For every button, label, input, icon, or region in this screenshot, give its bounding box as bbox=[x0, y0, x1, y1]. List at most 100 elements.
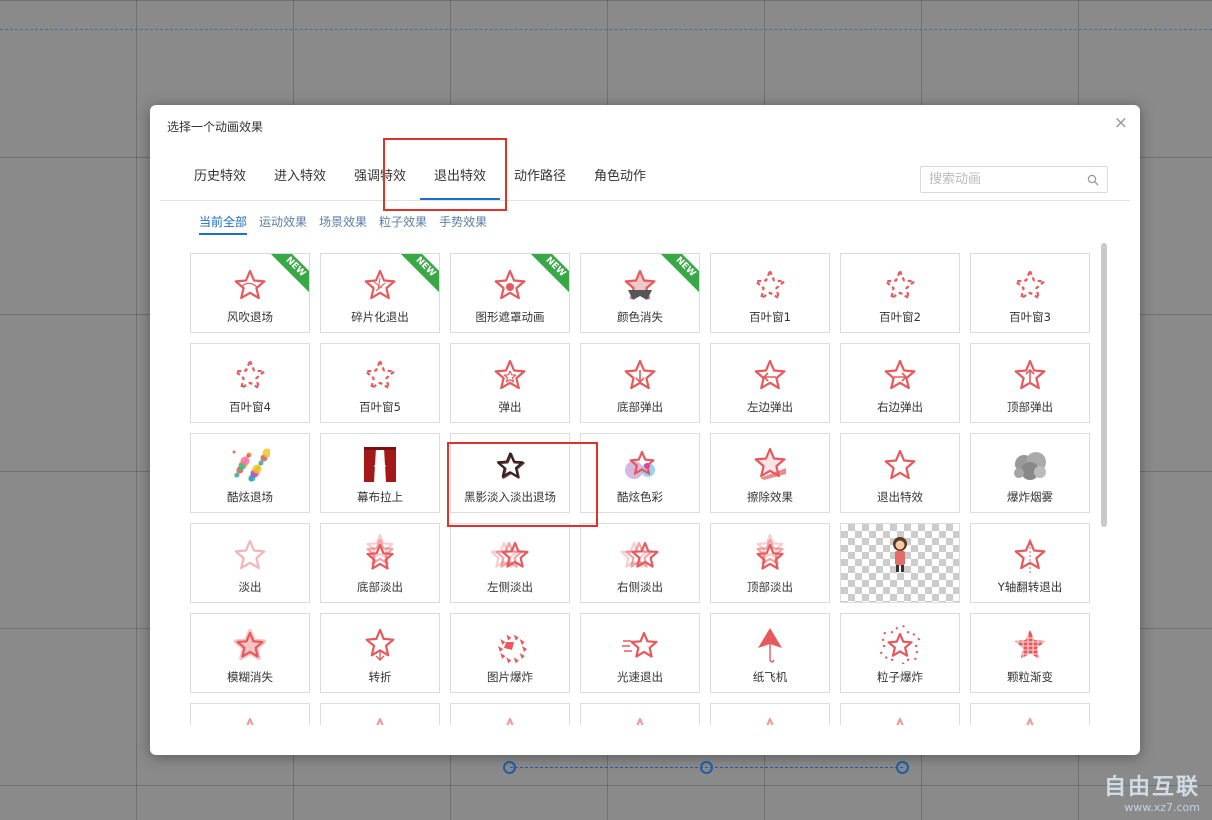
subtab-2[interactable]: 场景效果 bbox=[319, 213, 367, 233]
effect-tile[interactable]: 酷炫退场 bbox=[190, 433, 310, 513]
effect-label: 风吹退场 bbox=[227, 310, 273, 324]
effect-label: 百叶窗3 bbox=[1009, 310, 1051, 324]
effect-label: 图片爆炸 bbox=[487, 670, 533, 684]
effect-tile[interactable]: 右侧淡出 bbox=[580, 523, 700, 603]
effect-label: 弹出 bbox=[498, 400, 522, 414]
effect-tile[interactable]: 颗粒渐变 bbox=[970, 613, 1090, 693]
subtab-1[interactable]: 运动效果 bbox=[259, 213, 307, 233]
stacked-stars-icon bbox=[581, 534, 699, 574]
canvas-guide-line bbox=[0, 29, 1212, 30]
effect-tile[interactable]: 模糊消失 bbox=[190, 613, 310, 693]
effect-label: 酷炫色彩 bbox=[617, 490, 663, 504]
speed-star-icon bbox=[581, 624, 699, 664]
selection-handle[interactable] bbox=[896, 761, 909, 774]
effect-tile[interactable]: 百叶窗1 bbox=[710, 253, 830, 333]
effect-tile[interactable]: 左边弹出 bbox=[710, 343, 830, 423]
effect-tile[interactable]: 风吹退场 NEW bbox=[190, 253, 310, 333]
effect-tile[interactable]: 百叶窗5 bbox=[320, 343, 440, 423]
effect-category-tabs: 历史特效 进入特效 强调特效 退出特效 动作路径 角色动作 bbox=[180, 165, 660, 200]
subtab-0[interactable]: 当前全部 bbox=[199, 213, 248, 235]
effect-tile[interactable]: 底部淡出 bbox=[320, 523, 440, 603]
tab-4[interactable]: 动作路径 bbox=[500, 165, 580, 200]
partial-effect-icon bbox=[711, 712, 829, 725]
effect-label: 光速退出 bbox=[617, 670, 663, 684]
effect-tile[interactable]: 粒子爆炸 bbox=[840, 613, 960, 693]
effect-label: 百叶窗5 bbox=[359, 400, 401, 414]
effect-label: 粒子爆炸 bbox=[877, 670, 923, 684]
effect-label: 顶部弹出 bbox=[1007, 400, 1053, 414]
tab-2[interactable]: 强调特效 bbox=[340, 165, 420, 200]
effect-tile[interactable]: 转折 bbox=[320, 613, 440, 693]
effect-tile[interactable]: 百叶窗3 bbox=[970, 253, 1090, 333]
effect-label: 碎片化退出 bbox=[351, 310, 409, 324]
effect-tile[interactable]: 退出特效 bbox=[840, 433, 960, 513]
effect-tile[interactable] bbox=[970, 703, 1090, 725]
effect-label: 爆炸烟雾 bbox=[1007, 490, 1053, 504]
effect-tile[interactable] bbox=[710, 703, 830, 725]
effect-tile[interactable]: 幕布拉上 bbox=[320, 433, 440, 513]
effect-label: Y轴翻转退出 bbox=[997, 580, 1063, 594]
effect-tile[interactable]: 底部弹出 bbox=[580, 343, 700, 423]
curtain-icon bbox=[321, 444, 439, 484]
effect-label: 颗粒渐变 bbox=[1007, 670, 1053, 684]
effect-tile[interactable]: 黑影淡入淡出退场 bbox=[450, 433, 570, 513]
effect-tile[interactable]: 百叶窗4 bbox=[190, 343, 310, 423]
effect-label: 百叶窗4 bbox=[229, 400, 271, 414]
effect-tile[interactable] bbox=[450, 703, 570, 725]
faded-star-icon bbox=[191, 534, 309, 574]
effect-label: 纸飞机 bbox=[752, 670, 788, 684]
partial-effect-icon bbox=[841, 712, 959, 725]
search-icon[interactable] bbox=[1087, 174, 1099, 186]
effect-tile[interactable] bbox=[840, 523, 960, 603]
search-box[interactable] bbox=[920, 166, 1108, 193]
effects-grid: 风吹退场 NEW 碎片化退出 NEW 图形遮罩动画 NEW 颜色消失 NEW 百叶窗1 百叶窗2 百… bbox=[190, 253, 1100, 725]
close-button[interactable]: × bbox=[1114, 115, 1128, 132]
effect-label: 顶部淡出 bbox=[747, 580, 793, 594]
tab-0[interactable]: 历史特效 bbox=[180, 165, 260, 200]
effect-tile[interactable] bbox=[580, 703, 700, 725]
blinds-star-icon bbox=[321, 354, 439, 394]
tabs-divider bbox=[160, 200, 1130, 201]
effect-tile[interactable]: 顶部弹出 bbox=[970, 343, 1090, 423]
effect-tile[interactable]: 纸飞机 bbox=[710, 613, 830, 693]
tab-5[interactable]: 角色动作 bbox=[580, 165, 660, 200]
effect-tile[interactable] bbox=[840, 703, 960, 725]
effect-tile[interactable]: 图形遮罩动画 NEW bbox=[450, 253, 570, 333]
subtab-4[interactable]: 手势效果 bbox=[439, 213, 487, 233]
effect-tile[interactable]: 酷炫色彩 bbox=[580, 433, 700, 513]
effect-tile[interactable]: 右边弹出 bbox=[840, 343, 960, 423]
tab-1[interactable]: 进入特效 bbox=[260, 165, 340, 200]
effect-tile[interactable]: 图片爆炸 bbox=[450, 613, 570, 693]
stacked-stars-icon bbox=[321, 534, 439, 574]
arrow-up-star-icon bbox=[971, 354, 1089, 394]
arrow-down-star-icon bbox=[581, 354, 699, 394]
effect-label: 右边弹出 bbox=[877, 400, 923, 414]
effect-tile[interactable]: 颜色消失 NEW bbox=[580, 253, 700, 333]
effect-tile[interactable]: 左侧淡出 bbox=[450, 523, 570, 603]
effect-label: 酷炫退场 bbox=[227, 490, 273, 504]
effect-tile[interactable]: 碎片化退出 NEW bbox=[320, 253, 440, 333]
selection-handle[interactable] bbox=[503, 761, 516, 774]
effect-tile[interactable]: 百叶窗2 bbox=[840, 253, 960, 333]
blinds-star-icon bbox=[711, 264, 829, 304]
effect-tile[interactable] bbox=[190, 703, 310, 725]
effect-tile[interactable]: Y轴翻转退出 bbox=[970, 523, 1090, 603]
tab-3[interactable]: 退出特效 bbox=[420, 165, 500, 200]
selection-handle[interactable] bbox=[700, 761, 713, 774]
effect-tile[interactable]: 顶部淡出 bbox=[710, 523, 830, 603]
effect-tile[interactable]: 光速退出 bbox=[580, 613, 700, 693]
effect-tile[interactable]: 弹出 bbox=[450, 343, 570, 423]
search-input[interactable] bbox=[921, 167, 1079, 192]
partial-effect-icon bbox=[191, 712, 309, 725]
blinds-star-icon bbox=[191, 354, 309, 394]
effect-label: 擦除效果 bbox=[747, 490, 793, 504]
subtab-3[interactable]: 粒子效果 bbox=[379, 213, 427, 233]
effect-label: 左侧淡出 bbox=[487, 580, 533, 594]
effect-tile[interactable]: 淡出 bbox=[190, 523, 310, 603]
effect-tile[interactable] bbox=[320, 703, 440, 725]
effect-tile[interactable]: 爆炸烟雾 bbox=[970, 433, 1090, 513]
shadow-star-icon bbox=[451, 444, 569, 484]
effect-tile[interactable]: 擦除效果 bbox=[710, 433, 830, 513]
scrollbar-thumb[interactable] bbox=[1101, 243, 1107, 527]
dialog-title: 选择一个动画效果 bbox=[167, 120, 264, 134]
